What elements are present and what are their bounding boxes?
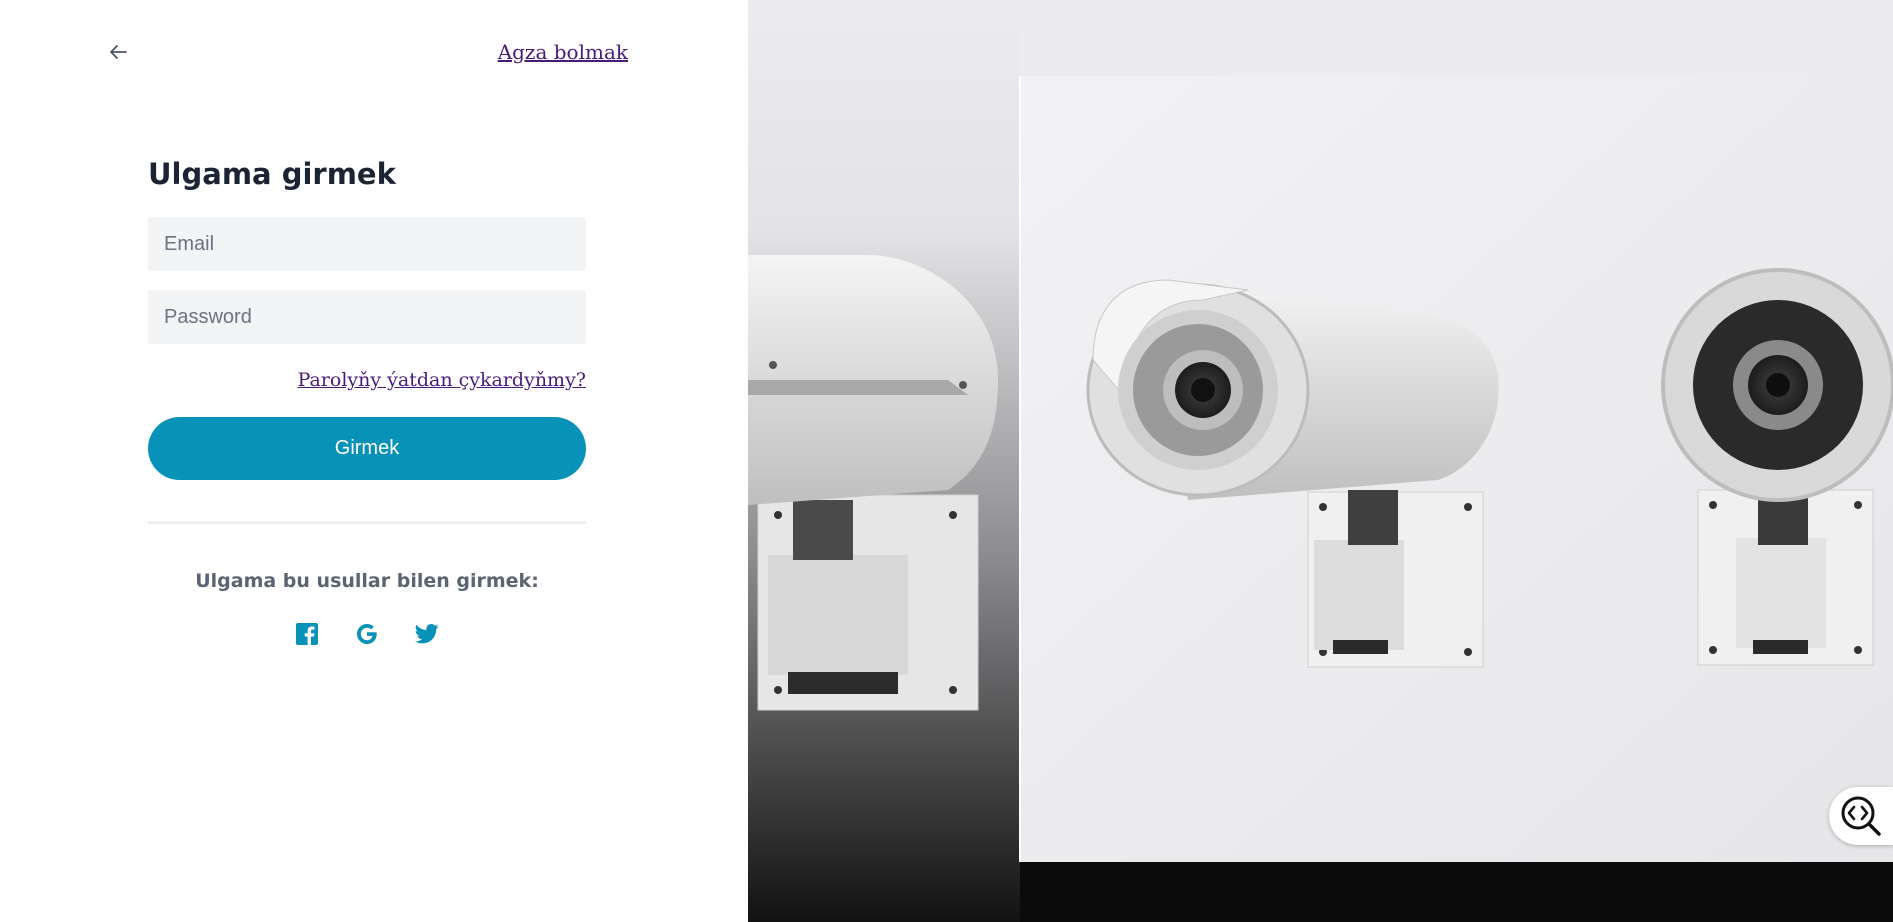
password-field[interactable] [148,290,586,344]
twitter-login-button[interactable] [415,622,439,646]
login-button[interactable]: Girmek [148,417,586,480]
login-panel: Agza bolmak Ulgama girmek Parolyňy ýatda… [0,0,748,922]
login-form: Ulgama girmek Parolyňy ýatdan çykardyňmy… [148,150,586,646]
forgot-password-row: Parolyňy ýatdan çykardyňmy? [148,369,586,391]
hero-image [748,0,1893,922]
register-link[interactable]: Agza bolmak [498,40,628,64]
security-cameras-illustration [748,0,1893,922]
google-icon [357,624,377,644]
divider [148,521,586,524]
facebook-icon [296,623,318,645]
arrow-left-icon [110,45,127,59]
camera-right [1661,268,1893,666]
email-field[interactable] [148,217,586,271]
facebook-login-button[interactable] [295,622,319,646]
social-login-buttons [148,622,586,646]
preview-button[interactable] [1829,787,1893,845]
forgot-password-link[interactable]: Parolyňy ýatdan çykardyňmy? [298,369,586,391]
code-search-icon [1841,796,1881,836]
twitter-icon [415,624,439,644]
back-button[interactable] [104,38,132,66]
social-login-label: Ulgama bu usullar bilen girmek: [195,570,539,592]
google-login-button[interactable] [355,622,379,646]
page-title: Ulgama girmek [148,157,396,191]
